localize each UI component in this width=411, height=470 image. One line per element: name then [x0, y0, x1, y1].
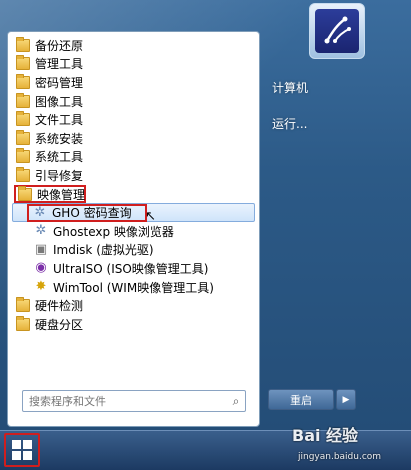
folder-item[interactable]: 硬件检测 [12, 296, 255, 315]
folder-icon [16, 111, 30, 127]
user-avatar-icon [315, 9, 359, 53]
item-label: 系统工具 [35, 150, 84, 165]
folder-item[interactable]: 备份还原 [12, 36, 255, 55]
app-item-ultraiso[interactable]: ◉ UltraISO (ISO映像管理工具) [12, 259, 255, 278]
folder-icon [16, 148, 30, 164]
programs-list: 备份还原 管理工具 密码管理 图像工具 文件工具 系统安装 系统工具 引导修复 … [12, 36, 255, 334]
folder-icon [16, 166, 30, 182]
folder-item[interactable]: 文件工具 [12, 110, 255, 129]
search-input[interactable] [23, 393, 227, 409]
folder-item[interactable]: 系统工具 [12, 148, 255, 167]
windows-logo-icon [12, 440, 32, 460]
item-label: 管理工具 [35, 57, 84, 72]
folder-item[interactable]: 引导修复 [12, 166, 255, 185]
search-box[interactable]: ⌕ [22, 390, 246, 412]
shutdown-options-button[interactable]: ▶ [336, 389, 356, 410]
disk-icon: ▣ [34, 241, 48, 257]
item-label: 文件工具 [35, 113, 84, 128]
app-item-imdisk[interactable]: ▣ Imdisk (虚拟光驱) [12, 241, 255, 260]
item-label: Ghostexp 映像浏览器 [53, 224, 174, 239]
folder-item[interactable]: 系统安装 [12, 129, 255, 148]
item-label: WimTool (WIM映像管理工具) [53, 280, 214, 295]
app-item-gho-password[interactable]: ✲ GHO 密码查询 ↖ [12, 203, 255, 224]
item-label: 密码管理 [35, 75, 84, 90]
item-label: 硬件检测 [35, 299, 84, 314]
item-label: 系统安装 [35, 131, 84, 146]
computer-link[interactable]: 计算机 [272, 79, 308, 96]
item-label: 备份还原 [35, 38, 84, 53]
app-item-wimtool[interactable]: ✸ WimTool (WIM映像管理工具) [12, 278, 255, 297]
folder-icon [16, 315, 30, 331]
folder-icon [16, 92, 30, 108]
folder-icon [16, 36, 30, 52]
red-highlight-box [27, 204, 147, 223]
folder-item[interactable]: 图像工具 [12, 92, 255, 111]
watermark-url: jingyan.baidu.com [298, 452, 382, 462]
wimtool-icon: ✸ [35, 279, 47, 295]
item-label: 引导修复 [35, 168, 84, 183]
restart-button[interactable]: 重启 [268, 389, 334, 410]
item-label: 硬盘分区 [35, 317, 84, 332]
folder-icon [16, 73, 30, 89]
app-item-ghostexp[interactable]: ✲ Ghostexp 映像浏览器 [12, 222, 255, 241]
item-label: 映像管理 [37, 187, 86, 202]
item-label: Imdisk (虚拟光驱) [53, 243, 154, 258]
folder-item[interactable]: 管理工具 [12, 55, 255, 74]
watermark-brand: Bai 经验 [292, 426, 359, 445]
ultraiso-icon: ◉ [35, 260, 47, 276]
folder-icon [18, 185, 32, 201]
folder-item[interactable]: 密码管理 [12, 73, 255, 92]
folder-icon [16, 55, 30, 71]
programs-panel: 备份还原 管理工具 密码管理 图像工具 文件工具 系统安装 系统工具 引导修复 … [7, 31, 260, 427]
folder-icon [16, 129, 30, 145]
folder-item[interactable]: 硬盘分区 [12, 315, 255, 334]
star-icon: ✲ [35, 223, 47, 239]
search-icon[interactable]: ⌕ [227, 394, 245, 409]
folder-icon [16, 297, 30, 313]
start-button[interactable] [4, 433, 40, 467]
item-label: UltraISO (ISO映像管理工具) [53, 261, 209, 276]
item-label: 图像工具 [35, 94, 84, 109]
run-link[interactable]: 运行... [272, 115, 307, 132]
user-picture[interactable] [309, 3, 365, 59]
folder-item-image-management[interactable]: 映像管理 [14, 184, 86, 204]
